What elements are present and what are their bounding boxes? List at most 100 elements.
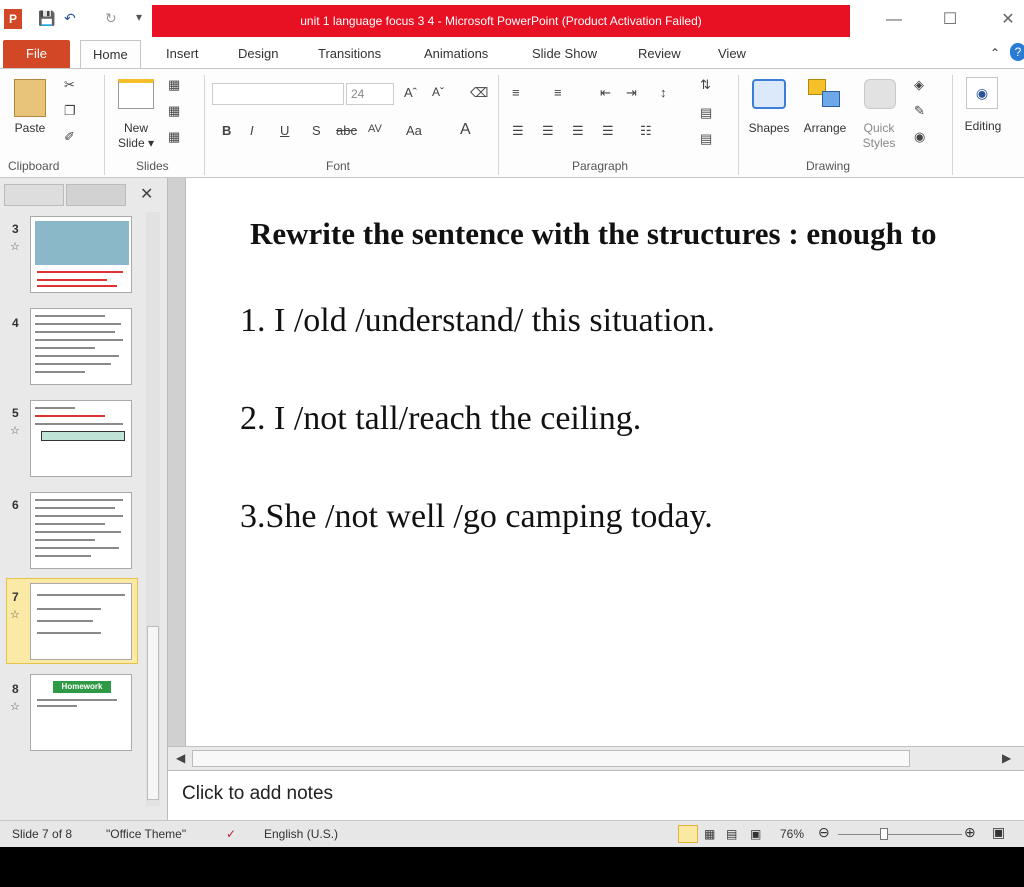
ribbon-tabs: File Home Insert Design Transitions Anim… <box>0 40 1024 69</box>
align-right-icon[interactable]: ☰ <box>572 123 584 139</box>
notes-pane[interactable]: Click to add notes <box>168 770 1024 820</box>
underline-button[interactable]: U <box>280 123 289 138</box>
animation-star-icon: ☆ <box>10 609 20 621</box>
slide-thumbnail-3[interactable] <box>30 216 132 293</box>
paste-button[interactable]: Paste <box>10 121 50 135</box>
copy-icon[interactable]: ❐ <box>64 103 76 119</box>
smartart-icon[interactable]: ▤ <box>700 131 712 147</box>
notes-placeholder[interactable]: Click to add notes <box>182 783 333 805</box>
bullets-icon[interactable]: ≡ <box>512 85 520 100</box>
save-icon[interactable]: 💾 <box>38 10 55 27</box>
spell-check-icon[interactable]: ✓ <box>226 827 236 841</box>
zoom-out-icon[interactable]: ⊖ <box>818 824 830 841</box>
maximize-button[interactable]: ☐ <box>936 8 964 32</box>
thumbnail-number: 3 <box>12 222 19 236</box>
tab-file[interactable]: File <box>3 40 70 68</box>
slide-title[interactable]: Rewrite the sentence with the structures… <box>250 216 936 252</box>
font-name-box[interactable] <box>212 83 344 105</box>
columns-icon[interactable]: ☷ <box>640 123 652 139</box>
horizontal-scroll-thumb[interactable] <box>192 750 910 767</box>
editing-button[interactable]: Editing <box>956 119 1010 133</box>
bold-button[interactable]: B <box>222 123 231 138</box>
scroll-left-icon[interactable]: ◀ <box>176 751 185 765</box>
section-icon[interactable]: ▦ <box>168 129 180 145</box>
slide-item-1[interactable]: 1. I /old /understand/ this situation. <box>240 302 715 340</box>
align-center-icon[interactable]: ☰ <box>542 123 554 139</box>
line-spacing-icon[interactable]: ↕ <box>660 85 667 100</box>
slides-tab[interactable] <box>4 184 64 206</box>
arrange-button[interactable]: Arrange <box>798 121 852 135</box>
shrink-font-icon[interactable]: Aˇ <box>432 85 444 99</box>
tab-view[interactable]: View <box>718 46 746 61</box>
customize-qat-icon[interactable]: ▾ <box>136 10 142 24</box>
shape-fill-icon[interactable]: ◈ <box>914 77 924 93</box>
tab-design[interactable]: Design <box>238 46 278 61</box>
close-pane-icon[interactable]: ✕ <box>140 184 153 204</box>
slide-sorter-icon[interactable]: ▦ <box>704 827 715 841</box>
align-text-icon[interactable]: ▤ <box>700 105 712 121</box>
tab-animations[interactable]: Animations <box>424 46 488 61</box>
shapes-button[interactable]: Shapes <box>744 121 794 135</box>
undo-icon[interactable]: ↶ <box>64 10 76 27</box>
thumbnail-scrollbar[interactable] <box>146 212 160 806</box>
font-color-button[interactable]: A <box>460 121 471 139</box>
slide-item-3[interactable]: 3.She /not well /go camping today. <box>240 498 713 536</box>
slideshow-view-icon[interactable]: ▣ <box>750 827 761 841</box>
slide-thumbnail-8[interactable]: Homework <box>30 674 132 751</box>
character-spacing-button[interactable]: AV <box>368 123 382 135</box>
outline-tab[interactable] <box>66 184 126 206</box>
tab-insert[interactable]: Insert <box>166 46 199 61</box>
justify-icon[interactable]: ☰ <box>602 123 614 139</box>
redo-icon[interactable]: ↻ <box>105 10 117 27</box>
zoom-level[interactable]: 76% <box>780 827 804 841</box>
slide-thumbnail-5[interactable] <box>30 400 132 477</box>
format-painter-icon[interactable]: ✐ <box>64 129 75 145</box>
shape-effects-icon[interactable]: ◉ <box>914 129 925 145</box>
reading-view-icon[interactable]: ▤ <box>726 827 737 841</box>
clear-formatting-icon[interactable]: ⌫ <box>470 85 488 101</box>
horizontal-scrollbar[interactable]: ◀ ▶ <box>168 746 1024 770</box>
grow-font-icon[interactable]: Aˆ <box>404 85 417 100</box>
tab-review[interactable]: Review <box>638 46 681 61</box>
normal-view-icon[interactable] <box>678 825 698 843</box>
new-slide-button[interactable]: New Slide ▾ <box>112 121 160 151</box>
slide-thumbnail-4[interactable] <box>30 308 132 385</box>
zoom-slider-track[interactable] <box>838 834 962 835</box>
slide-thumbnail-7[interactable] <box>30 583 132 660</box>
tab-slide-show[interactable]: Slide Show <box>532 46 597 61</box>
text-direction-icon[interactable]: ⇅ <box>700 77 711 93</box>
numbering-icon[interactable]: ≡ <box>554 85 562 100</box>
close-button[interactable]: ✕ <box>994 8 1022 32</box>
layout-icon[interactable]: ▦ <box>168 77 180 93</box>
slide-thumbnail-6[interactable] <box>30 492 132 569</box>
tab-transitions[interactable]: Transitions <box>318 46 381 61</box>
decrease-indent-icon[interactable]: ⇤ <box>600 85 611 101</box>
font-size-box[interactable]: 24 <box>346 83 394 105</box>
slide-canvas[interactable]: Rewrite the sentence with the structures… <box>185 178 1024 746</box>
cut-icon[interactable]: ✂ <box>64 77 75 93</box>
italic-button[interactable]: I <box>250 123 254 138</box>
shape-outline-icon[interactable]: ✎ <box>914 103 925 119</box>
tab-home[interactable]: Home <box>80 40 141 69</box>
language[interactable]: English (U.S.) <box>264 827 338 841</box>
zoom-slider-thumb[interactable] <box>880 828 888 840</box>
reset-icon[interactable]: ▦ <box>168 103 180 119</box>
left-ruler-gutter <box>168 178 185 746</box>
minimize-button[interactable]: — <box>880 8 908 32</box>
scroll-thumb[interactable] <box>147 626 159 800</box>
quick-styles-button[interactable]: Quick Styles <box>854 121 904 151</box>
increase-indent-icon[interactable]: ⇥ <box>626 85 637 101</box>
zoom-in-icon[interactable]: ⊕ <box>964 824 976 841</box>
fit-to-window-icon[interactable]: ▣ <box>992 824 1005 841</box>
animation-star-icon: ☆ <box>10 241 20 253</box>
help-icon[interactable]: ? <box>1010 43 1024 61</box>
change-case-button[interactable]: Aa <box>406 123 422 138</box>
status-bar: Slide 7 of 8 "Office Theme" ✓ English (U… <box>0 820 1024 847</box>
scroll-right-icon[interactable]: ▶ <box>1002 751 1011 765</box>
shadow-button[interactable]: S <box>312 123 321 138</box>
strikethrough-button[interactable]: abc <box>336 123 357 138</box>
align-left-icon[interactable]: ☰ <box>512 123 524 139</box>
animation-star-icon: ☆ <box>10 701 20 713</box>
slide-item-2[interactable]: 2. I /not tall/reach the ceiling. <box>240 400 641 438</box>
collapse-ribbon-icon[interactable]: ⌃ <box>990 46 1000 60</box>
